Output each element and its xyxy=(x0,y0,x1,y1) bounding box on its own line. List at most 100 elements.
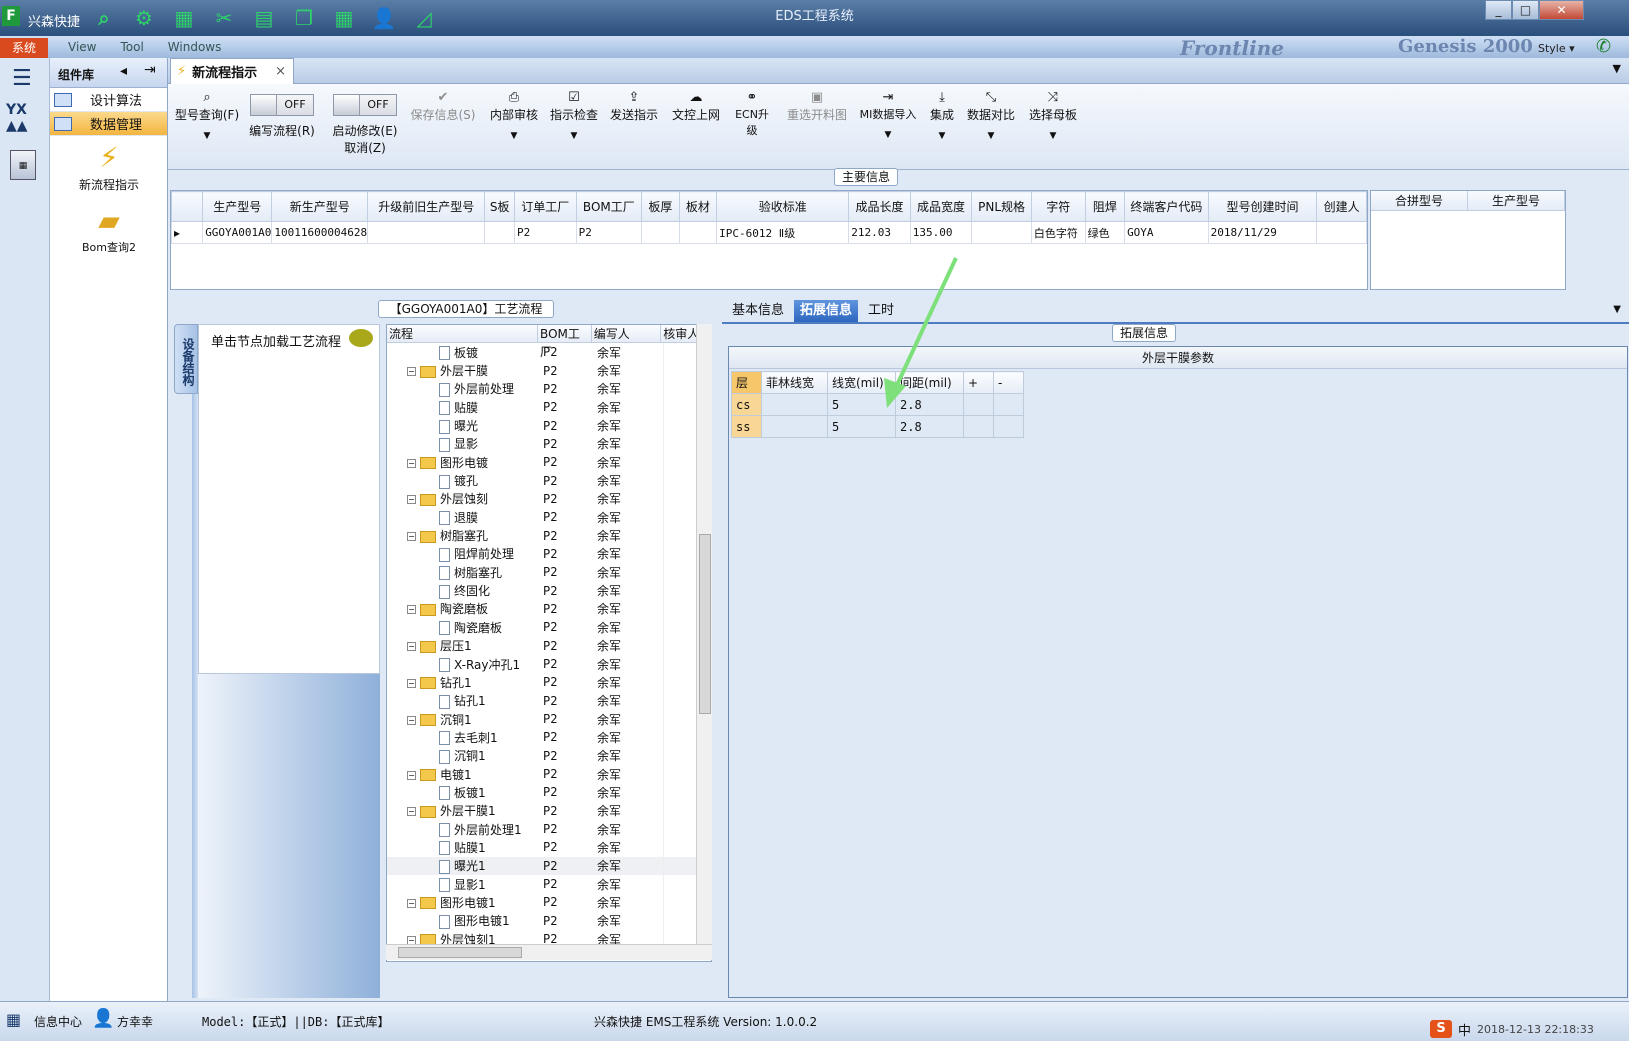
select-master-button[interactable]: ⤨ 选择母板 ▼ xyxy=(1028,90,1078,141)
tree-node[interactable]: 图形电镀1 xyxy=(387,912,539,929)
table-cell[interactable]: GGOYA001A0 xyxy=(202,221,273,244)
collapse-icon[interactable]: − xyxy=(407,898,416,908)
tree-row[interactable]: 显影 P2 余军 xyxy=(387,434,711,454)
table-cell[interactable] xyxy=(484,221,516,244)
collapse-icon[interactable]: − xyxy=(407,605,416,615)
tree-row[interactable]: − 电镀1 P2 余军 xyxy=(387,764,711,784)
tree-node[interactable]: 树脂塞孔 xyxy=(387,564,539,581)
tree-row[interactable]: − 钻孔1 P2 余军 xyxy=(387,673,711,692)
column-header[interactable]: 合拼型号 xyxy=(1371,191,1468,210)
tree-row[interactable]: 贴膜1 P2 余军 xyxy=(387,838,711,857)
column-header[interactable]: 升级前旧生产型号 xyxy=(367,191,486,222)
tree-node[interactable]: − 陶瓷磨板 xyxy=(387,600,539,617)
table-cell[interactable] xyxy=(963,415,994,438)
table-cell[interactable] xyxy=(761,393,828,416)
tree-row[interactable]: − 图形电镀1 P2 余军 xyxy=(387,893,711,912)
tree-node[interactable]: 镀孔 xyxy=(387,472,539,489)
tree-node[interactable]: 阻焊前处理 xyxy=(387,545,539,562)
table-cell[interactable]: ss xyxy=(731,415,762,438)
instruction-check-button[interactable]: ☑ 指示检查 ▼ xyxy=(548,90,600,141)
collapse-left-icon[interactable]: ◂ xyxy=(120,63,127,79)
collapse-icon[interactable]: − xyxy=(407,532,416,542)
collapse-icon[interactable]: − xyxy=(407,642,416,652)
tree-row[interactable]: 终固化 P2 余军 xyxy=(387,581,711,600)
tree-row[interactable]: − 层压1 P2 余军 xyxy=(387,636,711,655)
tree-vertical-scrollbar[interactable] xyxy=(696,324,712,944)
tool-bom-query[interactable]: ▰ Bom查询2 xyxy=(50,203,168,255)
column-header[interactable]: 创建人 xyxy=(1316,191,1367,222)
tree-node[interactable]: − 钻孔1 xyxy=(387,674,539,691)
tree-row[interactable]: 沉铜1 P2 余军 xyxy=(387,746,711,765)
tab-work-hours[interactable]: 工时 xyxy=(862,300,900,322)
column-header[interactable]: 层 xyxy=(731,371,762,394)
tree-node[interactable]: 曝光 xyxy=(387,417,539,434)
column-header[interactable]: 板厚 xyxy=(641,191,680,222)
table-cell[interactable]: IPC-6012 Ⅱ级 xyxy=(716,221,850,244)
table-cell[interactable] xyxy=(641,221,680,244)
collapse-icon[interactable]: − xyxy=(407,458,416,468)
mi-import-button[interactable]: ⇥ MI数据导入 ▼ xyxy=(858,90,918,140)
tree-node[interactable]: X-Ray冲孔1 xyxy=(387,656,539,673)
table-cell[interactable]: 白色字符 xyxy=(1030,221,1086,244)
column-header[interactable]: 间距(mil) xyxy=(895,371,964,394)
minimize-button[interactable]: _ xyxy=(1485,0,1512,20)
tree-node[interactable]: 去毛刺1 xyxy=(387,729,539,746)
column-header[interactable]: 线宽(mil) xyxy=(827,371,896,394)
chevron-down-icon[interactable]: ▼ xyxy=(548,131,600,141)
tree-row[interactable]: 曝光 P2 余军 xyxy=(387,416,711,435)
collapse-icon[interactable]: − xyxy=(407,770,416,780)
internal-review-button[interactable]: ⎙ 内部审核 ▼ xyxy=(488,90,540,141)
table-cell[interactable]: 10011600004628 xyxy=(271,221,369,244)
nav-data-management[interactable]: 数据管理 xyxy=(50,112,167,136)
tree-node[interactable]: − 外层干膜 xyxy=(387,362,539,379)
query-button[interactable]: ⌕ 型号查询(F) ▼ xyxy=(174,90,240,141)
column-header[interactable]: BOM工厂 xyxy=(538,325,592,359)
tree-row[interactable]: − 陶瓷磨板 P2 余军 xyxy=(387,599,711,619)
tree-row[interactable]: 退膜 P2 余军 xyxy=(387,508,711,527)
table-cell[interactable]: 5 xyxy=(827,415,896,438)
tree-node[interactable]: 曝光1 xyxy=(387,857,539,874)
tree-row[interactable]: 曝光1 P2 余军 xyxy=(387,856,711,875)
send-instruction-button[interactable]: ⇪ 发送指示 xyxy=(608,90,660,123)
table-cell[interactable]: 2018/11/29 xyxy=(1207,221,1318,244)
edit-flow-toggle[interactable]: OFF 编写流程(R) xyxy=(246,90,318,139)
column-header[interactable]: 生产型号 xyxy=(202,191,273,222)
tree-node[interactable]: − 层压1 xyxy=(387,637,539,654)
tree-row[interactable]: 阻焊前处理 P2 余军 xyxy=(387,544,711,564)
tab-extended-info[interactable]: 拓展信息 xyxy=(794,300,859,322)
tree-row[interactable]: − 树脂塞孔 P2 余军 xyxy=(387,526,711,545)
tree-node[interactable]: 贴膜 xyxy=(387,399,539,416)
scrollbar-thumb[interactable] xyxy=(699,534,711,714)
table-cell[interactable]: 绿色 xyxy=(1084,221,1126,244)
menu-view[interactable]: View xyxy=(68,40,96,54)
tree-node[interactable]: 外层前处理1 xyxy=(387,821,539,838)
start-modify-switch[interactable]: OFF xyxy=(333,94,397,116)
info-center[interactable]: 信息中心 xyxy=(34,1013,82,1030)
menu-tool[interactable]: Tool xyxy=(120,40,143,54)
cancel-label[interactable]: 取消(Z) xyxy=(328,139,402,156)
table-cell[interactable]: GOYA xyxy=(1124,221,1209,244)
tree-node[interactable]: 退膜 xyxy=(387,509,539,526)
tree-node[interactable]: − 图形电镀 xyxy=(387,454,539,471)
tree-node[interactable]: − 电镀1 xyxy=(387,766,539,783)
tree-row[interactable]: 外层前处理 P2 余军 xyxy=(387,379,711,399)
table-cell[interactable]: 2.8 xyxy=(895,393,964,416)
table-cell[interactable]: 212.03 xyxy=(848,221,911,244)
tool-new-flow[interactable]: ⚡ 新流程指示 xyxy=(50,140,168,193)
tree-node[interactable]: 板镀 xyxy=(387,344,539,361)
tree-row[interactable]: − 外层干膜1 P2 余军 xyxy=(387,801,711,820)
tree-row[interactable]: − 沉铜1 P2 余军 xyxy=(387,709,711,729)
tree-row[interactable]: − 外层蚀刻 P2 余军 xyxy=(387,489,711,509)
table-cell[interactable] xyxy=(367,221,486,244)
chevron-down-icon[interactable]: ▼ xyxy=(1613,304,1621,315)
collapse-icon[interactable]: − xyxy=(407,807,416,817)
tree-row[interactable]: 去毛刺1 P2 余军 xyxy=(387,728,711,747)
tree-row[interactable]: 板镀1 P2 余军 xyxy=(387,783,711,802)
tree-row[interactable]: 镀孔 P2 余军 xyxy=(387,471,711,490)
start-modify-toggle[interactable]: OFF 启动修改(E) 取消(Z) xyxy=(328,90,402,156)
compare-button[interactable]: ⤡ 数据对比 ▼ xyxy=(966,90,1016,141)
row-selector[interactable]: ▸ xyxy=(170,221,204,244)
tree-node[interactable]: − 沉铜1 xyxy=(387,711,539,728)
tree-node[interactable]: 显影1 xyxy=(387,876,539,893)
table-cell[interactable] xyxy=(993,415,1024,438)
